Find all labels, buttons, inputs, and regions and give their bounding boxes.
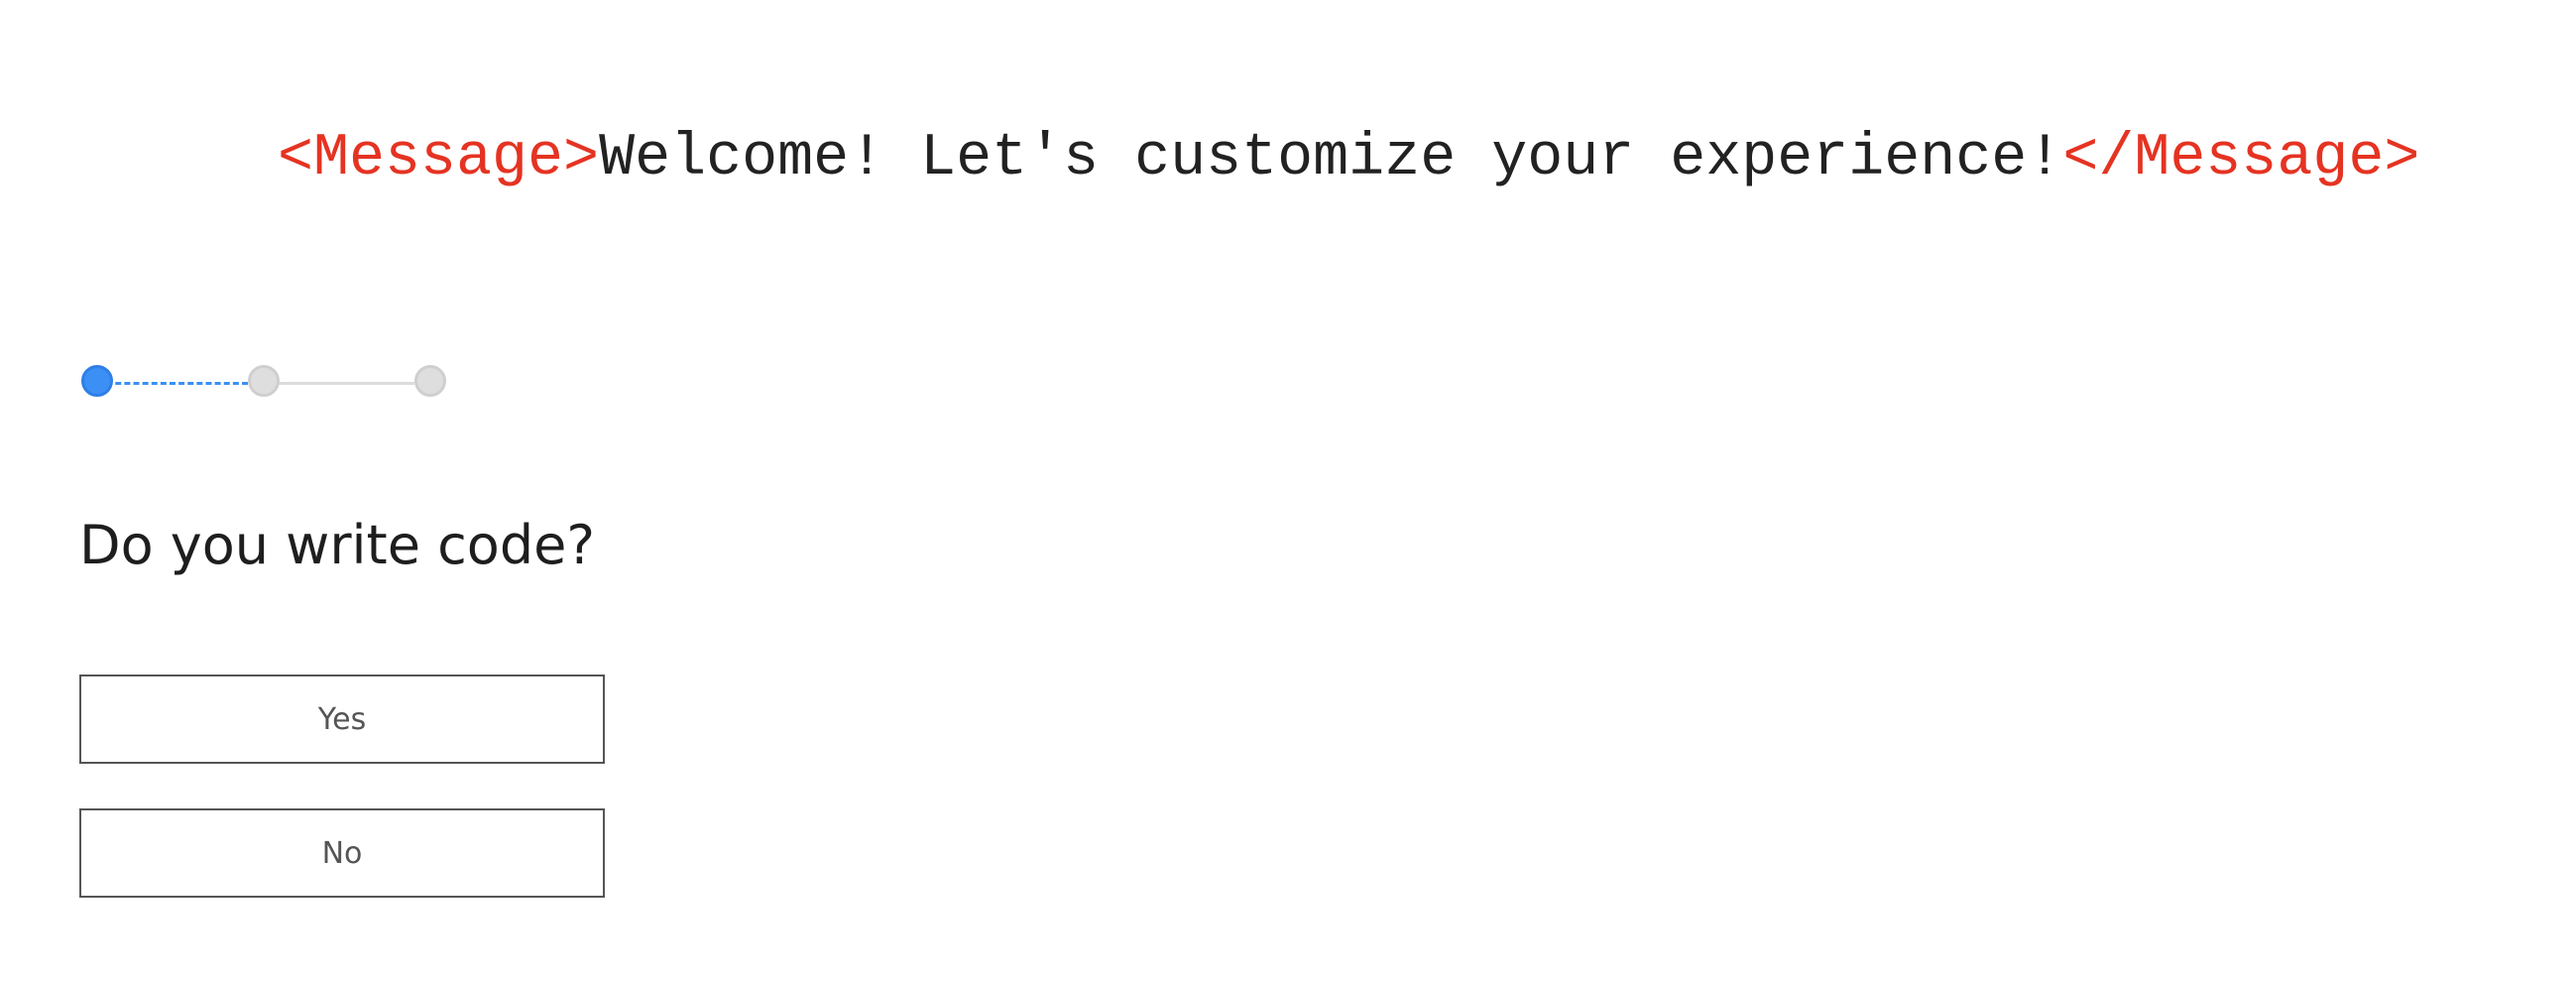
- step-2-indicator: [248, 365, 280, 397]
- yes-button[interactable]: Yes: [79, 675, 605, 764]
- message-open-tag: <Message>: [278, 125, 600, 192]
- question-heading: Do you write code?: [79, 514, 595, 576]
- stepper-connector-inactive: [264, 382, 414, 385]
- progress-stepper: [79, 363, 452, 403]
- stepper-connector-active: [97, 382, 248, 385]
- step-3-indicator: [414, 365, 446, 397]
- message-close-tag: </Message>: [2062, 125, 2420, 192]
- step-1-indicator: [81, 365, 113, 397]
- no-button[interactable]: No: [79, 808, 605, 898]
- message-text: Welcome! Let's customize your experience…: [599, 125, 2063, 192]
- welcome-message: <Message>Welcome! Let's customize your e…: [278, 119, 2419, 198]
